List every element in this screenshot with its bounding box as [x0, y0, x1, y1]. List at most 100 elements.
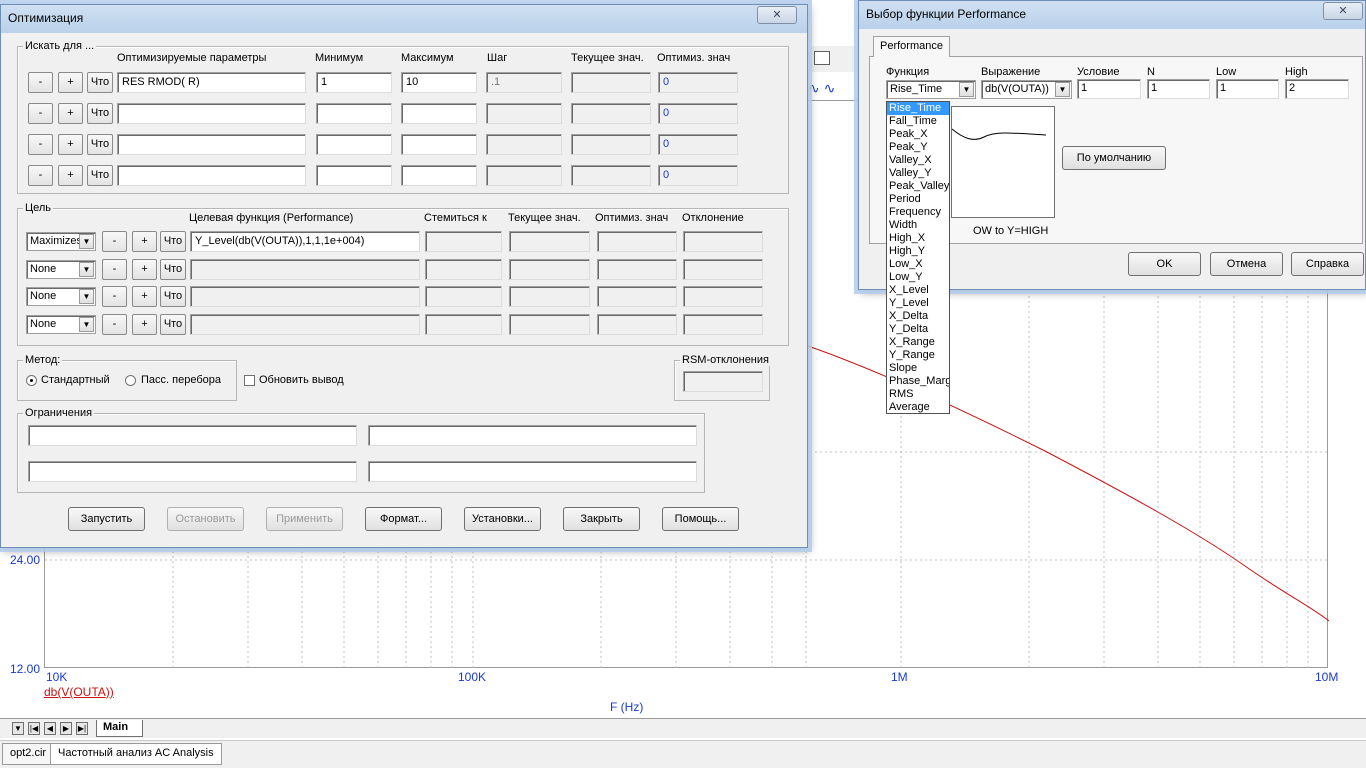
method-standard-radio[interactable] — [26, 375, 37, 386]
func-list-item[interactable]: Peak_Y — [887, 141, 949, 154]
min-field[interactable] — [316, 103, 392, 124]
n-field[interactable]: 1 — [1147, 79, 1210, 99]
step-field[interactable] — [486, 134, 562, 155]
func-list-item[interactable]: X_Delta — [887, 310, 949, 323]
max-field[interactable] — [401, 103, 477, 124]
func-select[interactable]: Rise_Time ▼ — [886, 80, 976, 99]
ok-button[interactable]: OK — [1128, 252, 1201, 276]
goal-mode-select[interactable]: None ▼ — [26, 260, 96, 279]
update-output-label[interactable]: Обновить вывод — [259, 374, 344, 386]
settings-button[interactable]: Установки... — [464, 507, 541, 531]
chevron-down-icon[interactable]: ▼ — [79, 317, 94, 332]
goal-mode-select[interactable]: Maximizes ▼ — [26, 232, 96, 251]
remove-param-button[interactable]: - — [28, 72, 53, 93]
what-goal-button[interactable]: Что — [160, 231, 186, 252]
func-list-item[interactable]: Valley_Y — [887, 167, 949, 180]
remove-param-button[interactable]: - — [28, 103, 53, 124]
close-icon[interactable]: ✕ — [1323, 2, 1363, 20]
add-goal-button[interactable]: + — [132, 314, 157, 335]
func-list-item[interactable]: Phase_Margin — [887, 375, 949, 388]
optimization-titlebar[interactable]: Оптимизация — [1, 5, 807, 33]
goal-func-field[interactable] — [190, 259, 420, 280]
run-button[interactable]: Запустить — [68, 507, 145, 531]
constraint-field[interactable] — [368, 425, 697, 446]
add-goal-button[interactable]: + — [132, 231, 157, 252]
add-goal-button[interactable]: + — [132, 286, 157, 307]
chevron-down-icon[interactable]: ▼ — [1055, 82, 1070, 97]
func-list-item[interactable]: RMS — [887, 388, 949, 401]
max-field[interactable] — [401, 134, 477, 155]
func-list-item[interactable]: Y_Level — [887, 297, 949, 310]
goal-func-field[interactable] — [190, 314, 420, 335]
func-list-item[interactable]: Width — [887, 219, 949, 232]
func-list-item[interactable]: High_X — [887, 232, 949, 245]
help-button[interactable]: Справка — [1291, 252, 1364, 276]
func-list-item[interactable]: High_Y — [887, 245, 949, 258]
cond-field[interactable]: 1 — [1077, 79, 1141, 99]
remove-goal-button[interactable]: - — [102, 231, 127, 252]
func-list-item[interactable]: X_Level — [887, 284, 949, 297]
func-list-item[interactable]: Low_X — [887, 258, 949, 271]
tab-ac-analysis[interactable]: Частотный анализ AC Analysis — [50, 743, 222, 765]
min-field[interactable] — [316, 165, 392, 186]
remove-goal-button[interactable]: - — [102, 259, 127, 280]
func-list-item[interactable]: Fall_Time — [887, 115, 949, 128]
expr-select[interactable]: db(V(OUTA)) ▼ — [981, 80, 1072, 99]
step-field[interactable] — [486, 165, 562, 186]
remove-goal-button[interactable]: - — [102, 286, 127, 307]
param-field[interactable]: RES RMOD( R) — [117, 72, 306, 93]
first-tab-icon[interactable]: |◀ — [28, 722, 40, 735]
grid-icon[interactable] — [814, 51, 830, 65]
low-field[interactable]: 1 — [1216, 79, 1279, 99]
constraint-field[interactable] — [368, 461, 697, 482]
add-param-button[interactable]: + — [58, 165, 83, 186]
min-field[interactable]: 1 — [316, 72, 392, 93]
what-param-button[interactable]: Что — [87, 103, 113, 124]
curve-legend-label[interactable]: db(V(OUTA)) — [44, 685, 114, 699]
remove-param-button[interactable]: - — [28, 165, 53, 186]
func-list-item[interactable]: Slope — [887, 362, 949, 375]
constraint-field[interactable] — [28, 425, 357, 446]
close-icon[interactable]: ✕ — [757, 6, 797, 24]
help-button[interactable]: Помощь... — [662, 507, 739, 531]
what-param-button[interactable]: Что — [87, 165, 113, 186]
step-field[interactable] — [486, 103, 562, 124]
what-param-button[interactable]: Что — [87, 134, 113, 155]
func-list-item[interactable]: Frequency — [887, 206, 949, 219]
what-param-button[interactable]: Что — [87, 72, 113, 93]
func-list-item[interactable]: Low_Y — [887, 271, 949, 284]
prev-tab-icon[interactable]: ◀ — [44, 722, 56, 735]
min-field[interactable] — [316, 134, 392, 155]
max-field[interactable]: 10 — [401, 72, 477, 93]
what-goal-button[interactable]: Что — [160, 259, 186, 280]
next-tab-icon[interactable]: ▶ — [60, 722, 72, 735]
goal-func-field[interactable] — [190, 286, 420, 307]
method-standard-label[interactable]: Стандартный — [41, 374, 110, 386]
func-list-item[interactable]: Y_Delta — [887, 323, 949, 336]
constraint-field[interactable] — [28, 461, 357, 482]
max-field[interactable] — [401, 165, 477, 186]
stop-button[interactable]: Остановить — [167, 507, 244, 531]
step-field[interactable]: .1 — [486, 72, 562, 93]
param-field[interactable] — [117, 165, 306, 186]
goal-func-field[interactable]: Y_Level(db(V(OUTA)),1,1,1e+004) — [190, 231, 420, 252]
format-button[interactable]: Формат... — [365, 507, 442, 531]
performance-titlebar[interactable]: Выбор функции Performance — [859, 1, 1365, 29]
tab-opt2-cir[interactable]: opt2.cir — [2, 743, 55, 765]
tab-main[interactable]: Main — [96, 720, 144, 737]
apply-button[interactable]: Применить — [266, 507, 343, 531]
method-pass-label[interactable]: Пасс. перебора — [141, 374, 221, 386]
remove-param-button[interactable]: - — [28, 134, 53, 155]
last-tab-icon[interactable]: ▶| — [76, 722, 88, 735]
func-list-item[interactable]: Peak_X — [887, 128, 949, 141]
close-button[interactable]: Закрыть — [563, 507, 640, 531]
cancel-button[interactable]: Отмена — [1210, 252, 1283, 276]
what-goal-button[interactable]: Что — [160, 314, 186, 335]
add-param-button[interactable]: + — [58, 134, 83, 155]
remove-goal-button[interactable]: - — [102, 314, 127, 335]
tab-menu-icon[interactable]: ▼ — [12, 722, 24, 735]
func-list-item[interactable]: Valley_X — [887, 154, 949, 167]
func-list-item[interactable]: X_Range — [887, 336, 949, 349]
chevron-down-icon[interactable]: ▼ — [79, 234, 94, 249]
goal-mode-select[interactable]: None ▼ — [26, 315, 96, 334]
